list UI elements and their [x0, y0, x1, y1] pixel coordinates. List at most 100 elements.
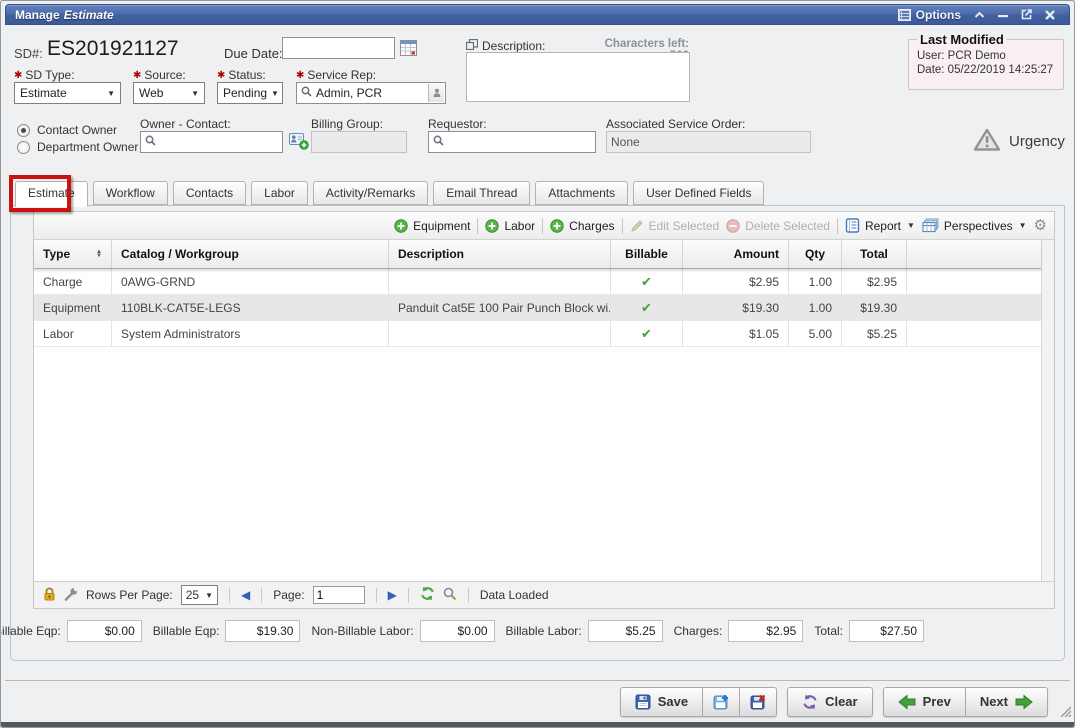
add-labor-button[interactable]: Labor — [485, 219, 535, 233]
window-bottom-edge — [1, 722, 1074, 727]
billable-check-icon: ✔ — [641, 300, 652, 316]
rows-per-page-select[interactable]: 25 ▼ — [181, 585, 218, 605]
toolbar-separator — [477, 218, 478, 234]
perspectives-dropdown-button[interactable]: Perspectives ▼ — [922, 218, 1027, 233]
sort-icon[interactable]: ▲▼ — [90, 250, 102, 259]
search-icon — [433, 135, 444, 149]
toolbar-separator — [837, 218, 838, 234]
requestor-field[interactable] — [428, 131, 596, 153]
table-row[interactable]: Equipment 110BLK-CAT5E-LEGS Panduit Cat5… — [34, 295, 1041, 321]
estimate-tab-panel: Equipment Labor Charges Edit Selected — [10, 205, 1065, 661]
tab-user-defined-fields[interactable]: User Defined Fields — [633, 181, 764, 205]
add-equipment-button[interactable]: Equipment — [394, 219, 470, 233]
urgency-indicator[interactable]: Urgency — [973, 128, 1065, 155]
tab-labor[interactable]: Labor — [251, 181, 308, 205]
options-button[interactable]: Options — [898, 8, 961, 22]
sd-type-select[interactable]: Estimate ▼ — [14, 82, 121, 104]
chevron-down-icon: ▼ — [907, 221, 915, 230]
contact-owner-radio[interactable]: Contact Owner — [17, 123, 117, 137]
perspectives-icon — [922, 218, 939, 233]
associated-service-order-label: Associated Service Order: — [606, 117, 745, 131]
due-date-input[interactable] — [282, 37, 395, 59]
chevron-down-icon: ▼ — [205, 591, 213, 600]
tab-email-thread[interactable]: Email Thread — [433, 181, 530, 205]
pager-separator — [229, 588, 230, 603]
cell-amount: $19.30 — [683, 295, 789, 320]
tab-attachments[interactable]: Attachments — [535, 181, 628, 205]
add-contact-icon[interactable] — [289, 132, 309, 153]
calendar-icon[interactable] — [400, 40, 417, 59]
close-button[interactable] — [1045, 10, 1055, 20]
window-title-emphasis: Estimate — [64, 8, 114, 22]
page-number-input[interactable] — [313, 586, 365, 604]
column-header-type[interactable]: Type ▲▼ — [34, 240, 112, 268]
tab-estimate[interactable]: Estimate — [15, 181, 88, 207]
department-owner-radio[interactable]: Department Owner — [17, 140, 138, 154]
status-select[interactable]: Pending ▼ — [217, 82, 283, 104]
cell-qty: 5.00 — [789, 321, 842, 346]
column-header-catalog[interactable]: Catalog / Workgroup — [112, 240, 389, 268]
column-header-description[interactable]: Description — [389, 240, 611, 268]
lock-icon[interactable] — [43, 587, 56, 604]
popout-button[interactable] — [1021, 9, 1032, 20]
save-close-icon — [750, 694, 766, 710]
arrow-left-icon — [898, 694, 916, 710]
plus-circle-icon — [394, 219, 408, 233]
vertical-scrollbar[interactable] — [1041, 240, 1054, 581]
sd-type-label: ✱SD Type: — [14, 68, 75, 82]
delete-selected-button[interactable]: Delete Selected — [726, 219, 830, 233]
toolbar-separator — [542, 218, 543, 234]
cell-total: $5.25 — [842, 321, 907, 346]
refresh-icon[interactable] — [420, 586, 435, 604]
save-button[interactable]: Save — [620, 687, 703, 717]
save-and-close-button[interactable] — [740, 687, 777, 717]
column-header-qty[interactable]: Qty — [789, 240, 842, 268]
edit-selected-button[interactable]: Edit Selected — [630, 219, 720, 233]
manage-estimate-window: ManageEstimate Options SD#: ES2 — [0, 0, 1075, 728]
rows-per-page-label: Rows Per Page: — [86, 588, 173, 602]
service-rep-field[interactable]: Admin, PCR — [296, 82, 446, 104]
next-button[interactable]: Next — [966, 687, 1048, 717]
collapse-button[interactable] — [974, 11, 985, 19]
requestor-label: Requestor: — [428, 117, 487, 131]
save-new-icon — [713, 694, 729, 710]
column-header-billable[interactable]: Billable — [611, 240, 683, 268]
wrench-icon[interactable] — [64, 587, 78, 604]
gear-icon[interactable]: ⚙ — [1034, 218, 1047, 233]
required-asterisk: ✱ — [217, 70, 225, 81]
toolbar-separator — [622, 218, 623, 234]
prev-next-button-group: Prev Next — [883, 687, 1048, 717]
add-charges-button[interactable]: Charges — [550, 219, 614, 233]
prev-button[interactable]: Prev — [883, 687, 966, 717]
cell-qty: 1.00 — [789, 295, 842, 320]
owner-contact-field[interactable] — [140, 131, 283, 153]
tab-workflow[interactable]: Workflow — [93, 181, 168, 205]
table-row[interactable]: Labor System Administrators ✔ $1.05 5.00… — [34, 321, 1041, 347]
column-header-amount[interactable]: Amount — [683, 240, 789, 268]
grid-header: Type ▲▼ Catalog / Workgroup Description … — [34, 240, 1041, 269]
save-and-new-button[interactable] — [703, 687, 740, 717]
service-rep-picker-button[interactable] — [428, 84, 444, 102]
resize-grip[interactable] — [1058, 704, 1071, 720]
description-popout-icon[interactable] — [466, 39, 478, 53]
description-textarea[interactable] — [466, 52, 690, 102]
source-select[interactable]: Web ▼ — [133, 82, 205, 104]
next-page-button[interactable]: ▶ — [388, 588, 397, 602]
associated-service-order-value: None — [606, 131, 811, 153]
billing-group-label: Billing Group: — [311, 117, 383, 131]
minimize-button[interactable] — [998, 11, 1008, 19]
last-modified-box: Last Modified User: PCR Demo Date: 05/22… — [908, 32, 1064, 90]
report-dropdown-button[interactable]: Report ▼ — [845, 218, 915, 233]
previous-page-button[interactable]: ◀ — [241, 588, 250, 602]
arrow-right-icon — [1015, 694, 1033, 710]
tab-activity-remarks[interactable]: Activity/Remarks — [313, 181, 428, 205]
billable-check-icon: ✔ — [641, 326, 652, 342]
page-label: Page: — [273, 588, 304, 602]
column-header-total[interactable]: Total — [842, 240, 907, 268]
table-row[interactable]: Charge 0AWG-GRND ✔ $2.95 1.00 $2.95 — [34, 269, 1041, 295]
search-icon[interactable] — [443, 587, 457, 604]
clear-button[interactable]: Clear — [787, 687, 873, 717]
tab-contacts[interactable]: Contacts — [173, 181, 246, 205]
cell-catalog: 110BLK-CAT5E-LEGS — [112, 295, 389, 320]
urgency-label: Urgency — [1009, 133, 1065, 150]
